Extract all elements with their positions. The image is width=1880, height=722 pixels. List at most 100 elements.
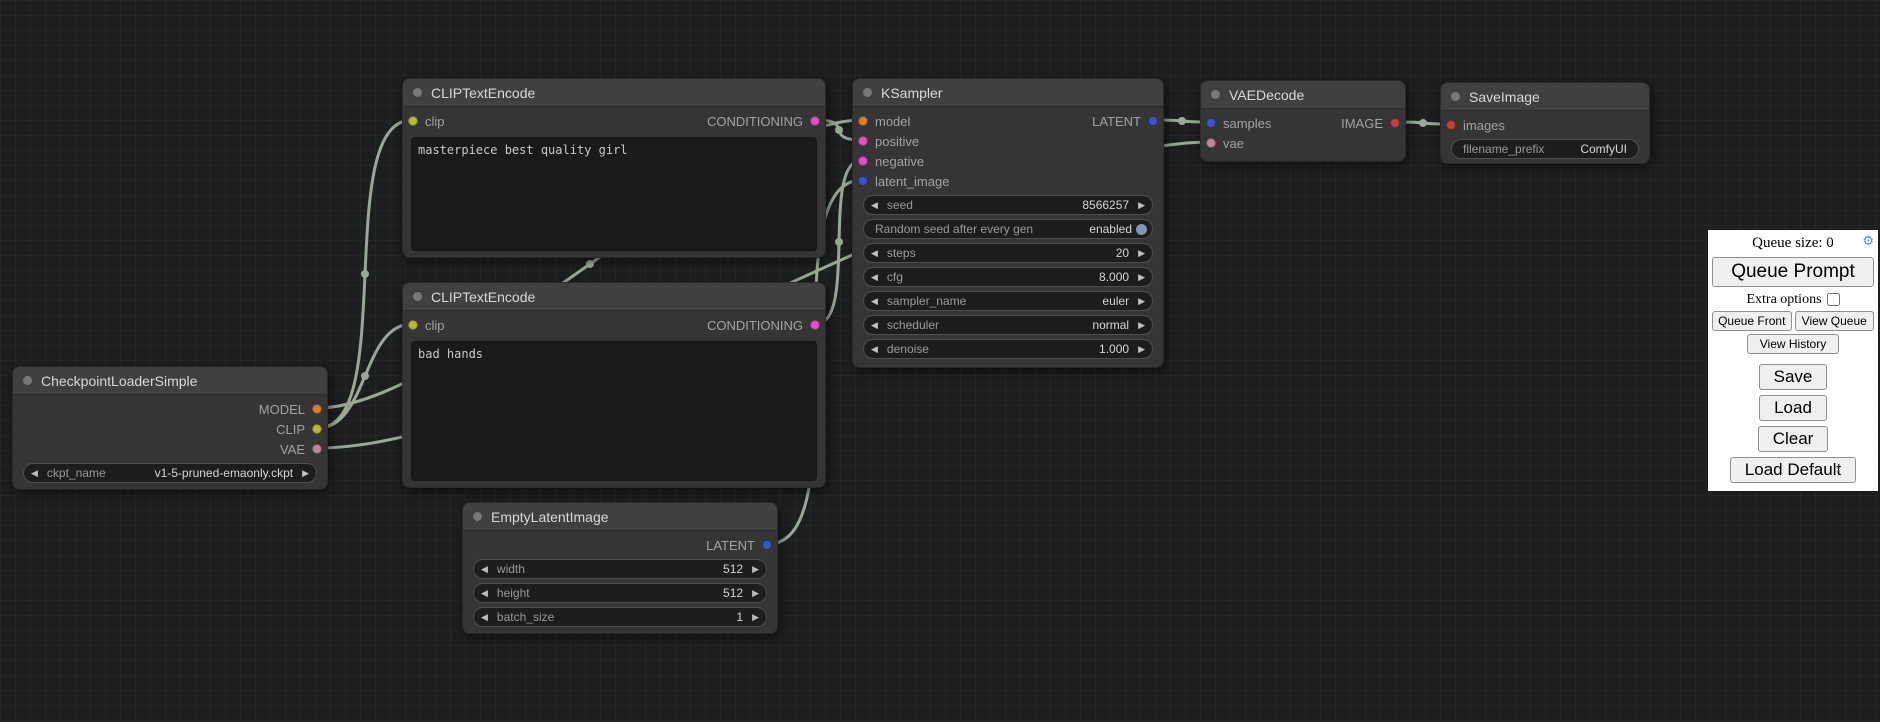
- vae-port-icon[interactable]: [1206, 138, 1216, 148]
- node-title-bar[interactable]: SaveImage: [1441, 83, 1649, 111]
- node-collapse-dot-icon[interactable]: [1451, 92, 1460, 101]
- widget-scheduler[interactable]: ◀ scheduler normal ▶: [863, 315, 1153, 335]
- increment-arrow-icon[interactable]: ▶: [1138, 345, 1145, 354]
- node-collapse-dot-icon[interactable]: [863, 88, 872, 97]
- conditioning-port-icon[interactable]: [858, 136, 868, 146]
- node-title-bar[interactable]: CLIPTextEncode: [403, 283, 825, 311]
- extra-options-checkbox[interactable]: [1827, 293, 1840, 306]
- combo-next-arrow-icon[interactable]: ▶: [302, 469, 309, 478]
- increment-arrow-icon[interactable]: ▶: [1138, 201, 1145, 210]
- input-slot-images[interactable]: images: [1441, 115, 1505, 135]
- input-slot-clip[interactable]: clip: [403, 315, 445, 335]
- increment-arrow-icon[interactable]: ▶: [1138, 273, 1145, 282]
- increment-arrow-icon[interactable]: ▶: [1138, 249, 1145, 258]
- model-port-icon[interactable]: [858, 116, 868, 126]
- combo-next-arrow-icon[interactable]: ▶: [1138, 297, 1145, 306]
- decrement-arrow-icon[interactable]: ◀: [871, 249, 878, 258]
- input-slot-latent-image[interactable]: latent_image: [853, 171, 949, 191]
- output-slot-clip[interactable]: CLIP: [276, 419, 327, 439]
- decrement-arrow-icon[interactable]: ◀: [481, 589, 488, 598]
- latent-port-icon[interactable]: [858, 176, 868, 186]
- node-clip-text-encode-positive[interactable]: CLIPTextEncode clip CONDITIONING masterp…: [402, 78, 826, 258]
- conditioning-port-icon[interactable]: [858, 156, 868, 166]
- node-title-bar[interactable]: EmptyLatentImage: [463, 503, 777, 531]
- node-title-bar[interactable]: CLIPTextEncode: [403, 79, 825, 107]
- input-slot-clip[interactable]: clip: [403, 111, 445, 131]
- widget-width[interactable]: ◀ width 512 ▶: [473, 559, 767, 579]
- node-collapse-dot-icon[interactable]: [473, 512, 482, 521]
- node-collapse-dot-icon[interactable]: [1211, 90, 1220, 99]
- node-title-bar[interactable]: VAEDecode: [1201, 81, 1405, 109]
- increment-arrow-icon[interactable]: ▶: [752, 589, 759, 598]
- toggle-on-icon[interactable]: [1136, 224, 1147, 235]
- node-collapse-dot-icon[interactable]: [413, 88, 422, 97]
- clear-button[interactable]: Clear: [1758, 426, 1829, 452]
- model-port-icon[interactable]: [312, 404, 322, 414]
- wire-clip-to-negative-encode[interactable]: [318, 324, 412, 428]
- combo-prev-arrow-icon[interactable]: ◀: [871, 321, 878, 330]
- input-slot-negative[interactable]: negative: [853, 151, 924, 171]
- load-default-button[interactable]: Load Default: [1730, 457, 1856, 483]
- widget-ckpt-name[interactable]: ◀ ckpt_name v1-5-pruned-emaonly.ckpt ▶: [23, 463, 317, 483]
- decrement-arrow-icon[interactable]: ◀: [481, 613, 488, 622]
- input-slot-vae[interactable]: vae: [1201, 133, 1244, 153]
- increment-arrow-icon[interactable]: ▶: [752, 613, 759, 622]
- node-collapse-dot-icon[interactable]: [23, 376, 32, 385]
- output-slot-latent[interactable]: LATENT: [706, 535, 777, 555]
- output-slot-conditioning[interactable]: CONDITIONING: [707, 315, 825, 335]
- clip-port-icon[interactable]: [408, 320, 418, 330]
- widget-steps[interactable]: ◀ steps 20 ▶: [863, 243, 1153, 263]
- combo-prev-arrow-icon[interactable]: ◀: [31, 469, 38, 478]
- node-collapse-dot-icon[interactable]: [413, 292, 422, 301]
- conditioning-port-icon[interactable]: [810, 320, 820, 330]
- load-button[interactable]: Load: [1759, 395, 1827, 421]
- output-slot-vae[interactable]: VAE: [280, 439, 327, 459]
- widget-cfg[interactable]: ◀ cfg 8.000 ▶: [863, 267, 1153, 287]
- node-empty-latent-image[interactable]: EmptyLatentImage LATENT ◀ width 512 ▶ ◀ …: [462, 502, 778, 634]
- settings-gear-icon[interactable]: ⚙: [1862, 234, 1874, 249]
- latent-port-icon[interactable]: [1206, 118, 1216, 128]
- node-checkpoint-loader[interactable]: CheckpointLoaderSimple MODEL CLIP VAE ◀ …: [12, 366, 328, 490]
- widget-denoise[interactable]: ◀ denoise 1.000 ▶: [863, 339, 1153, 359]
- widget-batch-size[interactable]: ◀ batch_size 1 ▶: [473, 607, 767, 627]
- node-clip-text-encode-negative[interactable]: CLIPTextEncode clip CONDITIONING bad han…: [402, 282, 826, 488]
- queue-prompt-button[interactable]: Queue Prompt: [1712, 257, 1874, 287]
- decrement-arrow-icon[interactable]: ◀: [871, 345, 878, 354]
- queue-front-button[interactable]: Queue Front: [1712, 311, 1792, 331]
- widget-random-seed-toggle[interactable]: Random seed after every gen enabled: [863, 219, 1153, 239]
- prompt-text-input[interactable]: masterpiece best quality girl: [411, 137, 817, 251]
- conditioning-port-icon[interactable]: [810, 116, 820, 126]
- output-slot-conditioning[interactable]: CONDITIONING: [707, 111, 825, 131]
- clip-port-icon[interactable]: [408, 116, 418, 126]
- image-port-icon[interactable]: [1446, 120, 1456, 130]
- widget-height[interactable]: ◀ height 512 ▶: [473, 583, 767, 603]
- image-port-icon[interactable]: [1390, 118, 1400, 128]
- node-save-image[interactable]: SaveImage images filename_prefix ComfyUI: [1440, 82, 1650, 164]
- widget-sampler-name[interactable]: ◀ sampler_name euler ▶: [863, 291, 1153, 311]
- view-queue-button[interactable]: View Queue: [1795, 311, 1875, 331]
- decrement-arrow-icon[interactable]: ◀: [481, 565, 488, 574]
- output-slot-latent[interactable]: LATENT: [1092, 111, 1163, 131]
- decrement-arrow-icon[interactable]: ◀: [871, 201, 878, 210]
- increment-arrow-icon[interactable]: ▶: [752, 565, 759, 574]
- input-slot-positive[interactable]: positive: [853, 131, 919, 151]
- output-slot-image[interactable]: IMAGE: [1341, 113, 1405, 133]
- decrement-arrow-icon[interactable]: ◀: [871, 273, 878, 282]
- node-ksampler[interactable]: KSampler model LATENT positive negative: [852, 78, 1164, 368]
- output-slot-model[interactable]: MODEL: [259, 399, 327, 419]
- latent-port-icon[interactable]: [1148, 116, 1158, 126]
- latent-port-icon[interactable]: [762, 540, 772, 550]
- prompt-text-input[interactable]: bad hands: [411, 341, 817, 481]
- wire-clip-to-positive-encode[interactable]: [318, 120, 412, 428]
- node-title-bar[interactable]: CheckpointLoaderSimple: [13, 367, 327, 395]
- node-vae-decode[interactable]: VAEDecode samples IMAGE vae: [1200, 80, 1406, 162]
- input-slot-model[interactable]: model: [853, 111, 910, 131]
- view-history-button[interactable]: View History: [1747, 334, 1839, 354]
- clip-port-icon[interactable]: [312, 424, 322, 434]
- widget-filename-prefix[interactable]: filename_prefix ComfyUI: [1451, 139, 1639, 159]
- combo-next-arrow-icon[interactable]: ▶: [1138, 321, 1145, 330]
- widget-seed[interactable]: ◀ seed 8566257 ▶: [863, 195, 1153, 215]
- combo-prev-arrow-icon[interactable]: ◀: [871, 297, 878, 306]
- node-title-bar[interactable]: KSampler: [853, 79, 1163, 107]
- save-button[interactable]: Save: [1759, 364, 1828, 390]
